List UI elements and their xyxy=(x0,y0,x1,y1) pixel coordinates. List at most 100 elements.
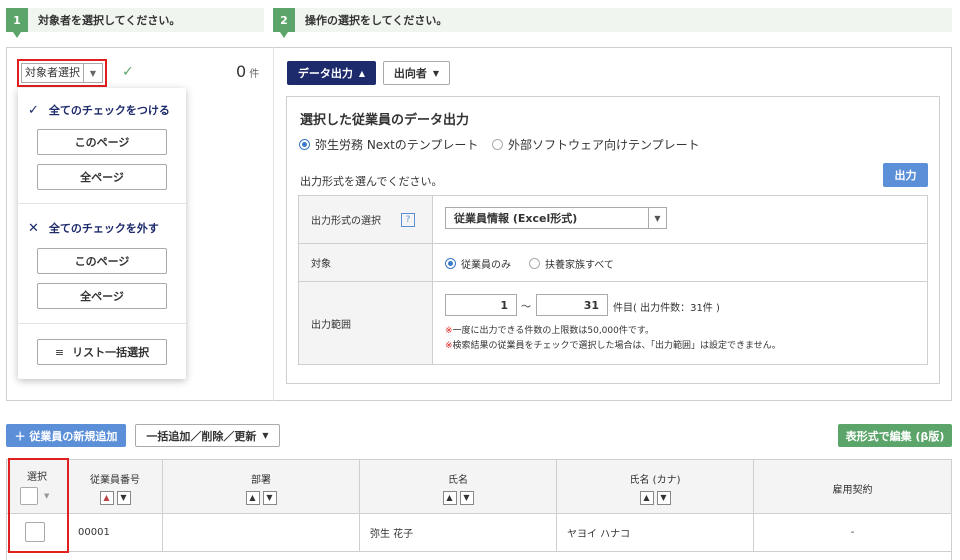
range-to-input[interactable]: 31 xyxy=(536,294,608,316)
note-mark-icon: ※ xyxy=(445,341,453,351)
chevron-down-icon: ▼ xyxy=(262,431,269,440)
list-bulk-select-label: リスト一括選択 xyxy=(72,346,150,359)
target-all-dependents-label: 扶養家族すべて xyxy=(545,260,614,271)
range-row: 出力範囲 1 ～ 31 件目( 出力件数：31件 ) ※一度に出力できる件数の上… xyxy=(299,282,927,364)
sort-asc-icon[interactable]: ▲ xyxy=(245,491,260,505)
selected-count-unit: 件 xyxy=(249,69,260,80)
radio-unselected-icon xyxy=(529,258,540,269)
range-note-checked-text: 検索結果の従業員をチェックで選択した場合は、「出力範囲」は設定できません。 xyxy=(452,341,781,351)
format-label: 出力形式の選択 xyxy=(311,216,381,227)
step-1-label: 対象者を選択してください。 xyxy=(38,14,181,27)
format-select[interactable]: 従業員情報 (Excel形式) ▼ xyxy=(445,207,667,229)
note-mark-icon: ※ xyxy=(445,326,453,336)
template-yayoi-radio[interactable]: 弥生労務 Nextのテンプレート xyxy=(299,136,478,153)
header-emp-no: 従業員番号 ▲ ▼ xyxy=(68,460,163,514)
list-bulk-select-button[interactable]: ≡ リスト一括選択 xyxy=(37,339,167,365)
header-contract: 雇用契約 xyxy=(754,460,951,514)
range-row-label: 出力範囲 xyxy=(299,282,433,364)
bulk-ops-dropdown-button[interactable]: 一括追加／削除／更新 ▼ xyxy=(135,424,280,447)
sort-asc-icon[interactable]: ▲ xyxy=(442,491,457,505)
panel-title: 選択した従業員のデータ出力 xyxy=(300,113,470,128)
range-from-input[interactable]: 1 xyxy=(445,294,517,316)
header-dept: 部署 ▲ ▼ xyxy=(163,460,360,514)
check-all-heading[interactable]: ✓ 全てのチェックをつける xyxy=(28,102,170,118)
step-1-number: 1 xyxy=(6,8,28,38)
target-row: 対象 従業員のみ 扶養家族すべて xyxy=(299,244,927,282)
format-select-value: 従業員情報 (Excel形式) xyxy=(454,212,578,225)
step-1-header: 1 対象者を選択してください。 xyxy=(6,8,264,38)
template-external-radio[interactable]: 外部ソフトウェア向けテンプレート xyxy=(492,136,700,153)
check-all-pages-button[interactable]: 全ページ xyxy=(37,164,167,190)
format-row-label: 出力形式の選択 ? xyxy=(299,196,433,243)
template-yayoi-label: 弥生労務 Nextのテンプレート xyxy=(315,138,479,152)
target-select-menu: ✓ 全てのチェックをつける このページ 全ページ ✕ 全てのチェックを外す この… xyxy=(18,88,186,379)
grid-edit-button[interactable]: 表形式で編集 (β版) xyxy=(838,424,952,447)
shukko-label: 出向者 xyxy=(393,67,427,80)
header-kana-label: 氏名 (カナ) xyxy=(629,475,681,486)
check-this-page-button[interactable]: このページ xyxy=(37,129,167,155)
output-settings-table: 出力形式の選択 ? 従業員情報 (Excel形式) ▼ 対象 従業員のみ 扶養家… xyxy=(298,195,928,365)
bulk-ops-label: 一括追加／削除／更新 xyxy=(146,429,257,443)
radio-selected-icon xyxy=(299,139,310,150)
radio-unselected-icon xyxy=(492,139,503,150)
data-output-tab[interactable]: データ出力 ▲ xyxy=(287,61,376,85)
target-row-label: 対象 xyxy=(299,244,433,281)
shukko-dropdown-button[interactable]: 出向者 ▼ xyxy=(383,61,450,85)
header-kana: 氏名 (カナ) ▲ ▼ xyxy=(557,460,754,514)
selected-count: 0件 xyxy=(236,62,259,81)
list-icon: ≡ xyxy=(54,345,65,359)
target-select-label: 対象者選択 xyxy=(22,64,84,82)
range-note-checked: ※検索結果の従業員をチェックで選択した場合は、「出力範囲」は設定できません。 xyxy=(445,338,781,351)
uncheck-all-pages-button[interactable]: 全ページ xyxy=(37,283,167,309)
chevron-down-icon: ▼ xyxy=(89,68,97,78)
chevron-down-icon: ▼ xyxy=(648,208,666,228)
sort-desc-icon[interactable]: ▼ xyxy=(656,491,671,505)
header-name-label: 氏名 xyxy=(448,475,468,486)
check-all-label: 全てのチェックをつける xyxy=(48,104,170,117)
uncheck-all-heading[interactable]: ✕ 全てのチェックを外す xyxy=(28,220,159,236)
sort-desc-icon[interactable]: ▼ xyxy=(459,491,474,505)
add-employee-button[interactable]: ＋ 従業員の新規追加 xyxy=(6,424,126,447)
row-kana: ヤヨイ ハナコ xyxy=(557,514,754,552)
radio-selected-icon xyxy=(445,258,456,269)
chevron-down-icon: ▼ xyxy=(432,68,440,78)
check-icon: ✓ xyxy=(122,64,134,80)
step-2-header: 2 操作の選択をしてください。 xyxy=(273,8,952,38)
data-output-label: データ出力 xyxy=(297,67,353,80)
sort-asc-icon[interactable]: ▲ xyxy=(99,491,114,505)
output-button[interactable]: 出力 xyxy=(883,163,928,187)
target-employee-only-label: 従業員のみ xyxy=(461,260,511,271)
uncheck-this-page-button[interactable]: このページ xyxy=(37,248,167,274)
select-column-highlight xyxy=(8,458,69,553)
uncheck-all-label: 全てのチェックを外す xyxy=(48,222,159,235)
chevron-up-icon: ▲ xyxy=(358,68,366,78)
help-icon[interactable]: ? xyxy=(401,212,415,227)
column-divider xyxy=(273,47,274,401)
check-icon: ✓ xyxy=(28,102,39,118)
target-employee-only-radio[interactable]: 従業員のみ xyxy=(445,256,511,271)
target-select-dropdown[interactable]: 対象者選択 ▼ xyxy=(21,63,103,83)
range-note-limit-text: 一度に出力できる件数の上限数は50,000件です。 xyxy=(452,326,654,336)
header-contract-label: 雇用契約 xyxy=(832,485,873,496)
target-all-dependents-radio[interactable]: 扶養家族すべて xyxy=(529,256,614,271)
format-hint: 出力形式を選んでください。 xyxy=(300,175,443,188)
template-external-label: 外部ソフトウェア向けテンプレート xyxy=(508,138,700,152)
selected-count-value: 0 xyxy=(236,62,247,81)
row-emp-no: 00001 xyxy=(68,514,163,552)
range-separator: ～ xyxy=(521,302,531,313)
sort-desc-icon[interactable]: ▼ xyxy=(116,491,131,505)
target-select-highlight: 対象者選択 ▼ xyxy=(17,59,107,87)
row-contract: - xyxy=(754,514,951,552)
employee-table: 選択 ▼ 従業員番号 ▲ ▼ 部署 ▲ ▼ 氏名 ▲ ▼ 氏名 (カナ) ▲ ▼ 雇用契… xyxy=(6,459,952,560)
format-row: 出力形式の選択 ? 従業員情報 (Excel形式) ▼ xyxy=(299,196,927,244)
range-note-limit: ※一度に出力できる件数の上限数は50,000件です。 xyxy=(445,323,654,336)
sort-desc-icon[interactable]: ▼ xyxy=(262,491,277,505)
sort-asc-icon[interactable]: ▲ xyxy=(639,491,654,505)
header-name: 氏名 ▲ ▼ xyxy=(360,460,557,514)
range-suffix: 件目( 出力件数：31件 ) xyxy=(613,303,720,314)
row-dept xyxy=(163,514,360,552)
menu-divider xyxy=(18,323,186,324)
row-name[interactable]: 弥生 花子 xyxy=(360,514,557,552)
close-icon: ✕ xyxy=(28,220,39,236)
step-2-label: 操作の選択をしてください。 xyxy=(305,14,448,27)
